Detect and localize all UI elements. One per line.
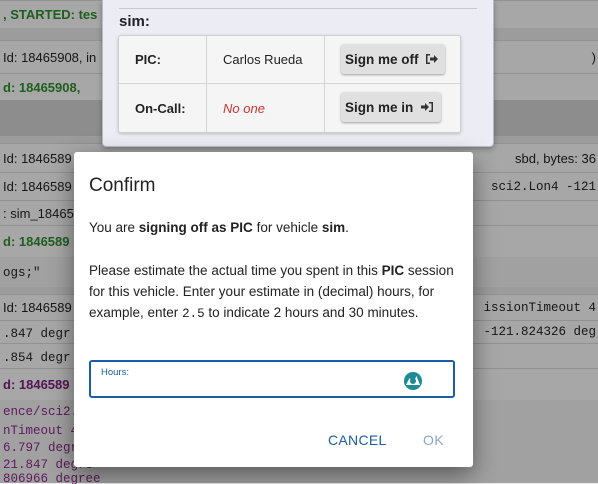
pic-action-cell: Sign me off: [325, 36, 460, 84]
cancel-button[interactable]: CANCEL: [328, 432, 387, 448]
instructions-text: Please estimate the actual time you spen…: [89, 263, 382, 278]
sign-out-icon: [425, 53, 439, 65]
dialog-title: Confirm: [89, 175, 156, 196]
message-text: for vehicle: [252, 220, 322, 235]
message-text: You are: [89, 220, 139, 235]
oncall-action-cell: Sign me in: [325, 84, 460, 132]
sign-in-label: Sign me in: [345, 99, 414, 115]
confirm-dialog: Confirm You are signing off as PIC for v…: [74, 152, 473, 467]
panel-divider: [119, 8, 477, 9]
example-code: 2.5: [182, 307, 205, 321]
pic-value: Carlos Rueda: [207, 36, 325, 84]
panel-title: sim:: [119, 13, 150, 30]
sign-off-message: You are signing off as PIC for vehicle s…: [89, 217, 459, 238]
pic-table: PIC: Carlos Rueda Sign me off On-Call: N…: [118, 35, 461, 133]
oncall-value: No one: [207, 84, 325, 132]
sign-off-label: Sign me off: [345, 51, 419, 67]
pic-emphasis: PIC: [381, 263, 405, 278]
hours-label: Hours:: [101, 367, 129, 378]
ok-button[interactable]: OK: [423, 432, 444, 448]
estimate-instructions: Please estimate the actual time you spen…: [89, 260, 459, 325]
password-manager-icon[interactable]: [402, 370, 424, 390]
instructions-text: to indicate 2 hours and 30 minutes.: [204, 305, 419, 320]
sign-me-off-button[interactable]: Sign me off: [341, 44, 445, 74]
sign-me-in-button[interactable]: Sign me in: [341, 92, 441, 122]
hours-field[interactable]: Hours:: [89, 360, 455, 398]
pic-label: PIC:: [119, 36, 207, 84]
message-emphasis: signing off as PIC: [138, 220, 253, 235]
hours-input[interactable]: [99, 378, 393, 396]
sign-in-icon: [420, 101, 434, 113]
vehicle-pic-panel: sim: PIC: Carlos Rueda Sign me off On-Ca…: [102, 0, 494, 147]
vehicle-name: sim: [321, 220, 346, 235]
message-text: .: [345, 220, 349, 235]
oncall-label: On-Call:: [119, 84, 207, 132]
